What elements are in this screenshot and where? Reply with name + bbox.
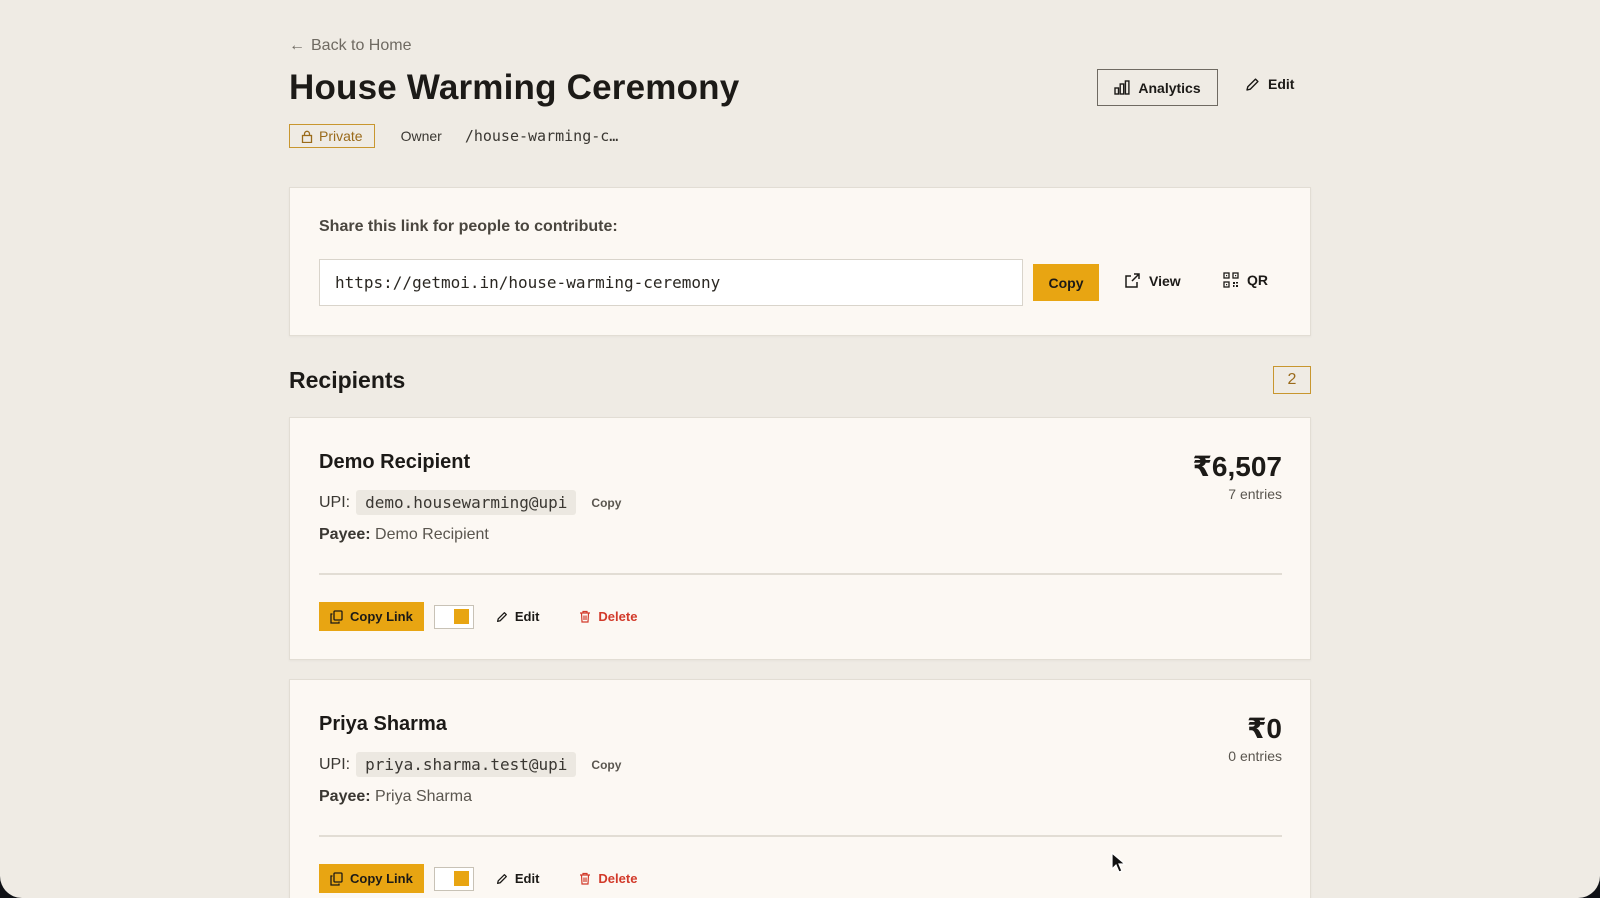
role-label: Owner	[400, 128, 442, 144]
recipient-name: Priya Sharma	[319, 713, 447, 735]
copy-link-button[interactable]: Copy Link	[319, 602, 424, 631]
back-to-home-link[interactable]: ← Back to Home	[289, 37, 411, 55]
delete-recipient-label: Delete	[598, 609, 638, 624]
analytics-button[interactable]: Analytics	[1097, 69, 1218, 106]
payee-label: Payee:	[319, 788, 371, 805]
edit-recipient-button[interactable]: Edit	[496, 871, 540, 886]
event-slug: /house-warming-c…	[464, 127, 619, 145]
view-label: View	[1149, 272, 1181, 289]
upi-label: UPI:	[319, 493, 351, 511]
edit-recipient-label: Edit	[514, 609, 540, 624]
visibility-label: Private	[319, 128, 363, 144]
app-screen: ← Back to Home House Warming Ceremony Pr…	[0, 0, 1600, 898]
edit-recipient-label: Edit	[514, 871, 540, 886]
delete-recipient-label: Delete	[598, 871, 638, 886]
divider	[319, 573, 1282, 575]
copy-icon	[330, 871, 343, 886]
toggle-knob	[453, 608, 469, 624]
share-link-label: Share this link for people to contribute…	[319, 218, 618, 235]
recipient-payee: Payee: Priya Sharma	[319, 788, 472, 806]
share-link-input[interactable]	[319, 259, 1023, 306]
payee-name: Demo Recipient	[375, 526, 489, 543]
qr-code-button[interactable]: QR	[1223, 272, 1268, 288]
upi-id: priya.sharma.test@upi	[356, 752, 577, 777]
visibility-badge: Private	[289, 124, 375, 148]
copy-icon	[330, 609, 343, 624]
qr-label: QR	[1247, 272, 1268, 288]
upi-label: UPI:	[319, 755, 351, 773]
back-link-label: Back to Home	[311, 37, 412, 54]
external-link-icon	[1125, 273, 1140, 288]
share-link-card: Share this link for people to contribute…	[289, 187, 1311, 336]
pencil-icon	[1246, 77, 1259, 91]
recipient-card: Priya Sharma UPI: priya.sharma.test@upi …	[289, 679, 1311, 898]
recipient-active-toggle[interactable]	[433, 604, 474, 629]
recipient-amount: ₹0	[1246, 713, 1282, 744]
recipient-entries-count: 0 entries	[1228, 748, 1282, 764]
recipient-upi-row: UPI: demo.housewarming@upi Copy	[319, 490, 621, 515]
analytics-label: Analytics	[1138, 79, 1201, 96]
upi-id: demo.housewarming@upi	[356, 490, 577, 515]
view-page-button[interactable]: View	[1124, 272, 1181, 289]
delete-recipient-button[interactable]: Delete	[579, 609, 637, 624]
divider	[319, 835, 1282, 837]
payee-label: Payee:	[319, 526, 371, 543]
payee-name: Priya Sharma	[375, 788, 472, 805]
recipient-name: Demo Recipient	[319, 451, 471, 473]
lock-icon	[301, 130, 313, 143]
copy-link-label: Copy Link	[350, 871, 413, 886]
recipient-upi-row: UPI: priya.sharma.test@upi Copy	[319, 752, 621, 777]
edit-event-button[interactable]: Edit	[1245, 76, 1294, 92]
copy-upi-button[interactable]: Copy	[591, 758, 621, 772]
trash-icon	[580, 610, 591, 623]
recipient-card: Demo Recipient UPI: demo.housewarming@up…	[289, 417, 1311, 660]
recipients-heading: Recipients	[289, 367, 406, 393]
delete-recipient-button[interactable]: Delete	[579, 871, 637, 886]
edit-recipient-button[interactable]: Edit	[496, 609, 540, 624]
qr-code-icon	[1223, 272, 1239, 288]
copy-share-link-button[interactable]: Copy	[1033, 264, 1099, 301]
toggle-knob	[453, 870, 469, 886]
trash-icon	[580, 872, 591, 885]
page-title: House Warming Ceremony	[289, 68, 740, 107]
recipient-amount: ₹6,507	[1192, 451, 1282, 482]
copy-link-label: Copy Link	[350, 609, 413, 624]
edit-event-label: Edit	[1268, 76, 1295, 92]
recipient-actions: Copy Link Edit Delete	[319, 864, 637, 893]
copy-link-button[interactable]: Copy Link	[319, 864, 424, 893]
recipient-active-toggle[interactable]	[433, 866, 474, 891]
pencil-icon	[496, 873, 507, 884]
recipient-payee: Payee: Demo Recipient	[319, 526, 489, 544]
recipient-actions: Copy Link Edit Delete	[319, 602, 637, 631]
arrow-left-icon: ←	[289, 37, 305, 54]
mouse-cursor-icon	[1111, 852, 1127, 873]
recipient-entries-count: 7 entries	[1228, 486, 1282, 502]
pencil-icon	[496, 611, 507, 622]
event-meta-row: Private Owner /house-warming-c…	[289, 124, 618, 148]
bar-chart-icon	[1114, 80, 1130, 95]
recipients-count-badge: 2	[1273, 366, 1311, 394]
copy-upi-button[interactable]: Copy	[591, 496, 621, 510]
